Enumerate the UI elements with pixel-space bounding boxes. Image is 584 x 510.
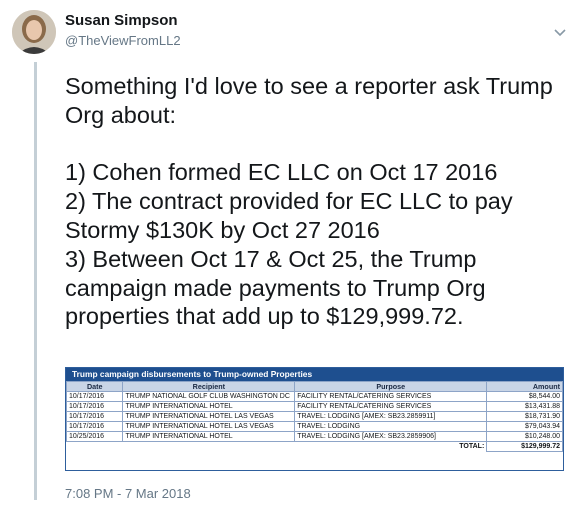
cell-purpose: TRAVEL: LODGING [AMEX: SB23.2859906] bbox=[294, 431, 488, 442]
cell-purpose: TRAVEL: LODGING bbox=[294, 421, 488, 432]
cell-amount: $8,544.00 bbox=[486, 391, 563, 402]
table-row: 10/17/2016 TRUMP INTERNATIONAL HOTEL LAS… bbox=[65, 411, 563, 422]
cell-recipient: TRUMP INTERNATIONAL HOTEL LAS VEGAS bbox=[122, 421, 296, 432]
cell-date: 10/17/2016 bbox=[65, 401, 124, 412]
column-header: Recipient bbox=[122, 381, 296, 392]
user-handle[interactable]: @TheViewFromLL2 bbox=[65, 33, 181, 48]
total-label: TOTAL: bbox=[459, 443, 485, 451]
table-row: 10/17/2016 TRUMP INTERNATIONAL HOTEL LAS… bbox=[65, 421, 563, 432]
disbursements-table: Date Recipient Purpose Amount 10/17/2016… bbox=[65, 381, 563, 452]
cell-purpose: TRAVEL: LODGING [AMEX: SB23.2859911] bbox=[294, 411, 488, 422]
cell-date: 10/17/2016 bbox=[65, 391, 124, 402]
cell-recipient: TRUMP NATIONAL GOLF CLUB WASHINGTON DC bbox=[122, 391, 296, 402]
chevron-down-icon[interactable] bbox=[552, 24, 568, 40]
cell-date: 10/17/2016 bbox=[65, 421, 124, 432]
attached-table-image[interactable]: Trump campaign disbursements to Trump-ow… bbox=[65, 367, 564, 471]
avatar[interactable] bbox=[12, 10, 56, 54]
table-total-row: TOTAL: $129,999.72 bbox=[67, 441, 563, 452]
table-row: 10/17/2016 TRUMP INTERNATIONAL HOTEL FAC… bbox=[65, 401, 563, 412]
cell-date: 10/17/2016 bbox=[65, 411, 124, 422]
cell-amount: $10,248.00 bbox=[486, 431, 563, 442]
cell-recipient: TRUMP INTERNATIONAL HOTEL LAS VEGAS bbox=[122, 411, 296, 422]
cell-purpose: FACILITY RENTAL/CATERING SERVICES bbox=[294, 391, 488, 402]
column-header: Purpose bbox=[294, 381, 488, 392]
cell-recipient: TRUMP INTERNATIONAL HOTEL bbox=[122, 401, 296, 412]
cell-date: 10/25/2016 bbox=[65, 431, 124, 442]
table-header-row: Date Recipient Purpose Amount bbox=[65, 381, 563, 392]
tweet-timestamp[interactable]: 7:08 PM - 7 Mar 2018 bbox=[65, 486, 191, 501]
thread-line bbox=[34, 62, 37, 500]
cell-amount: $18,731.90 bbox=[486, 411, 563, 422]
table-title: Trump campaign disbursements to Trump-ow… bbox=[66, 368, 563, 381]
cell-amount: $13,431.88 bbox=[486, 401, 563, 412]
user-display-name[interactable]: Susan Simpson bbox=[65, 12, 178, 29]
cell-recipient: TRUMP INTERNATIONAL HOTEL bbox=[122, 431, 296, 442]
total-amount: $129,999.72 bbox=[486, 441, 563, 452]
cell-amount: $79,043.94 bbox=[486, 421, 563, 432]
avatar-image bbox=[12, 10, 56, 54]
column-header: Date bbox=[65, 381, 124, 392]
cell-purpose: FACILITY RENTAL/CATERING SERVICES bbox=[294, 401, 488, 412]
table-row: 10/17/2016 TRUMP NATIONAL GOLF CLUB WASH… bbox=[65, 391, 563, 402]
column-header: Amount bbox=[486, 381, 563, 392]
tweet-text: Something I'd love to see a reporter ask… bbox=[65, 73, 553, 330]
table-row: 10/25/2016 TRUMP INTERNATIONAL HOTEL TRA… bbox=[65, 431, 563, 442]
